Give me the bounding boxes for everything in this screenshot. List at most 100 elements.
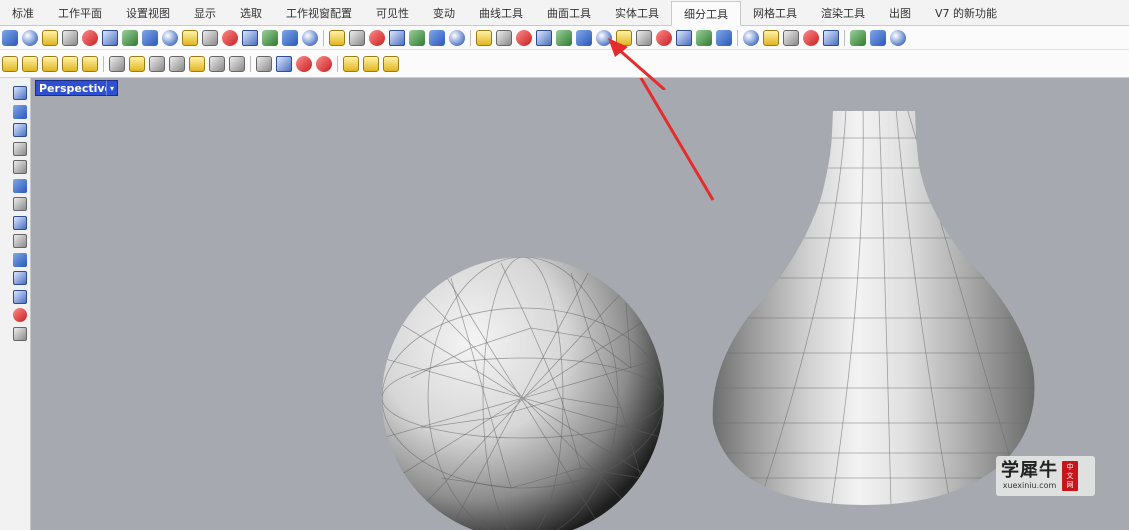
- flag-icon[interactable]: [13, 215, 27, 230]
- array-icon[interactable]: [276, 55, 292, 72]
- light-warm-icon[interactable]: [363, 55, 379, 72]
- subd-patch-icon[interactable]: [242, 29, 258, 46]
- subd-vase[interactable]: [711, 108, 1039, 508]
- slice-icon[interactable]: [13, 178, 27, 193]
- tab-3[interactable]: 显示: [182, 1, 228, 25]
- subd-unweld-icon[interactable]: [496, 29, 512, 46]
- tab-1[interactable]: 工作平面: [46, 1, 114, 25]
- trim-icon[interactable]: [296, 55, 312, 72]
- subd-stitch-icon[interactable]: [449, 29, 465, 46]
- stamp-icon[interactable]: [13, 308, 27, 322]
- loop-icon[interactable]: [13, 289, 27, 304]
- tab-0[interactable]: 标准: [0, 1, 46, 25]
- eraser-icon[interactable]: [13, 86, 27, 100]
- subd-thicken-icon[interactable]: [536, 29, 552, 46]
- subd-revolve-icon[interactable]: [222, 29, 238, 46]
- tab-4[interactable]: 选取: [228, 1, 274, 25]
- lock-display-icon[interactable]: [229, 55, 245, 72]
- tab-13[interactable]: 渲染工具: [809, 1, 877, 25]
- tab-5[interactable]: 工作视窗配置: [274, 1, 364, 25]
- left-toolbar: [0, 78, 31, 530]
- lock-toggle-icon[interactable]: [209, 55, 225, 72]
- light-icon[interactable]: [2, 55, 18, 72]
- subd-symmetry-icon[interactable]: [696, 29, 712, 46]
- subd-append-icon[interactable]: [329, 29, 345, 46]
- subd-polygon-view-icon[interactable]: [576, 29, 592, 46]
- subd-bridge-icon[interactable]: [302, 29, 318, 46]
- subd-crease-icon[interactable]: [369, 29, 385, 46]
- subd-to-mesh-icon[interactable]: [616, 29, 632, 46]
- subd-cone-icon[interactable]: [62, 29, 78, 46]
- lock-grey-icon[interactable]: [13, 326, 27, 341]
- mesh-icon[interactable]: [13, 234, 27, 248]
- subd-extrude-icon[interactable]: [262, 29, 278, 46]
- path-icon[interactable]: [13, 197, 27, 211]
- subd-box-mode-icon[interactable]: [596, 29, 612, 46]
- page-icon[interactable]: [109, 55, 125, 72]
- subd-display-icon[interactable]: [743, 29, 759, 46]
- perspective-viewport[interactable]: Perspective ▾: [31, 78, 1129, 530]
- lock-icon[interactable]: [149, 55, 165, 72]
- subd-fill-icon[interactable]: [282, 29, 298, 46]
- subd-select-icon[interactable]: [716, 29, 732, 46]
- viewport-menu-icon[interactable]: ▾: [106, 80, 118, 96]
- tab-10[interactable]: 实体工具: [603, 1, 671, 25]
- subd-sweep-icon[interactable]: [202, 29, 218, 46]
- tab-15[interactable]: V7 的新功能: [923, 1, 1009, 25]
- subd-pipe-icon[interactable]: [162, 29, 178, 46]
- scatter-icon[interactable]: [13, 271, 27, 285]
- subd-repair-icon[interactable]: [803, 29, 819, 46]
- unlock-icon[interactable]: [189, 55, 205, 72]
- subd-align-icon[interactable]: [676, 29, 692, 46]
- tab-12[interactable]: 网格工具: [741, 1, 809, 25]
- subd-insert-edge-icon[interactable]: [409, 29, 425, 46]
- subd-ellipsoid-icon[interactable]: [102, 29, 118, 46]
- subd-loft-icon[interactable]: [182, 29, 198, 46]
- subd-weld-icon[interactable]: [476, 29, 492, 46]
- subd-offset-icon[interactable]: [516, 29, 532, 46]
- subd-sphere-icon[interactable]: [22, 29, 38, 46]
- subd-merge-icon[interactable]: [656, 29, 672, 46]
- cylinder-icon[interactable]: [13, 141, 27, 156]
- subd-uncrease-icon[interactable]: [389, 29, 405, 46]
- morph-icon[interactable]: [13, 252, 27, 267]
- subd-tube-icon[interactable]: [142, 29, 158, 46]
- lock-small-icon[interactable]: [169, 55, 185, 72]
- grid-icon[interactable]: [256, 55, 272, 72]
- subd-list-icon[interactable]: [783, 29, 799, 46]
- subd-smooth-icon[interactable]: [556, 29, 572, 46]
- subd-delete-icon[interactable]: [870, 29, 886, 46]
- watermark: 学犀牛 xuexiniu.com 中 文 网: [996, 456, 1095, 496]
- tab-14[interactable]: 出图: [877, 1, 923, 25]
- subd-box-icon[interactable]: [2, 29, 18, 46]
- light-point-icon[interactable]: [62, 55, 78, 72]
- tab-2[interactable]: 设置视图: [114, 1, 182, 25]
- light-spot-icon[interactable]: [42, 55, 58, 72]
- tab-11[interactable]: 细分工具: [671, 1, 741, 26]
- subd-torus-icon[interactable]: [82, 29, 98, 46]
- page-light-icon[interactable]: [129, 55, 145, 72]
- tab-9[interactable]: 曲面工具: [535, 1, 603, 25]
- subd-check-icon[interactable]: [823, 29, 839, 46]
- subd-bevel-icon[interactable]: [349, 29, 365, 46]
- light-shade-icon[interactable]: [343, 55, 359, 72]
- tab-6[interactable]: 可见性: [364, 1, 421, 25]
- subd-paint-icon[interactable]: [763, 29, 779, 46]
- tab-7[interactable]: 变动: [421, 1, 467, 25]
- subd-slide-icon[interactable]: [429, 29, 445, 46]
- lock-blue-icon[interactable]: [13, 123, 27, 137]
- close-red-icon[interactable]: [316, 55, 332, 72]
- subd-close-icon[interactable]: [890, 29, 906, 46]
- subd-cylinder-icon[interactable]: [42, 29, 58, 46]
- light-cool-icon[interactable]: [383, 55, 399, 72]
- subd-disc-icon[interactable]: [122, 29, 138, 46]
- grid-box-icon[interactable]: [13, 104, 27, 119]
- viewport-title[interactable]: Perspective: [35, 80, 118, 96]
- light-ambient-icon[interactable]: [82, 55, 98, 72]
- subd-settings-icon[interactable]: [850, 29, 866, 46]
- tab-8[interactable]: 曲线工具: [467, 1, 535, 25]
- bend-icon[interactable]: [13, 160, 27, 174]
- subd-to-nurbs-icon[interactable]: [636, 29, 652, 46]
- light-bulb-icon[interactable]: [22, 55, 38, 72]
- subd-sphere[interactable]: [382, 257, 664, 530]
